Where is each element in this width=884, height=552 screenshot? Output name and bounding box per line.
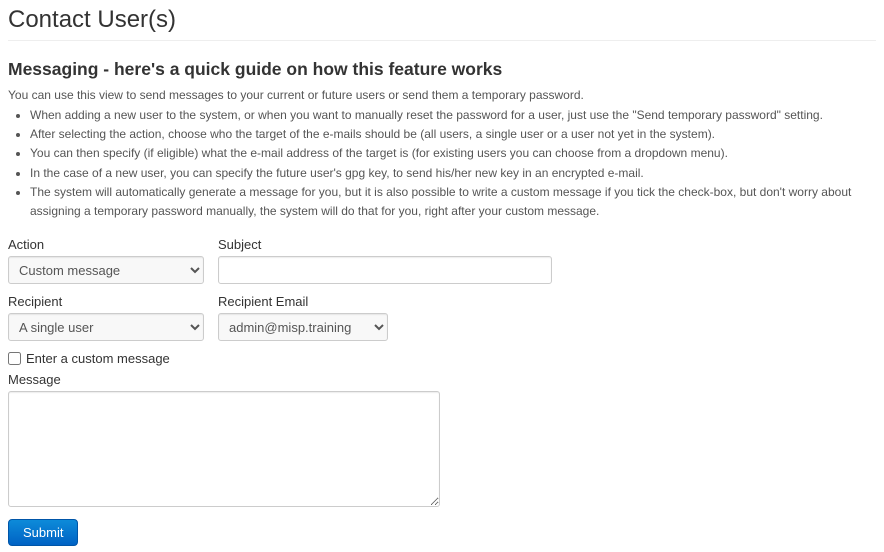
message-textarea[interactable] [8,391,440,507]
section-title: Messaging - here's a quick guide on how … [8,59,876,80]
page-title: Contact User(s) [8,6,876,34]
intro-text: You can use this view to send messages t… [8,88,876,102]
submit-button[interactable]: Submit [8,519,78,546]
recipient-select[interactable]: A single user [8,313,204,341]
recipient-email-select[interactable]: admin@misp.training [218,313,388,341]
recipient-label: Recipient [8,294,204,309]
guide-item: The system will automatically generate a… [30,183,876,221]
action-label: Action [8,237,204,252]
guide-item: When adding a new user to the system, or… [30,106,876,125]
custom-message-label: Enter a custom message [26,351,170,366]
message-label: Message [8,372,876,387]
divider [8,40,876,41]
subject-label: Subject [218,237,552,252]
guide-item: You can then specify (if eligible) what … [30,144,876,163]
guide-list: When adding a new user to the system, or… [30,106,876,221]
custom-message-checkbox[interactable] [8,352,21,365]
subject-input[interactable] [218,256,552,284]
recipient-email-label: Recipient Email [218,294,388,309]
guide-item: After selecting the action, choose who t… [30,125,876,144]
action-select[interactable]: Custom message [8,256,204,284]
guide-item: In the case of a new user, you can speci… [30,164,876,183]
